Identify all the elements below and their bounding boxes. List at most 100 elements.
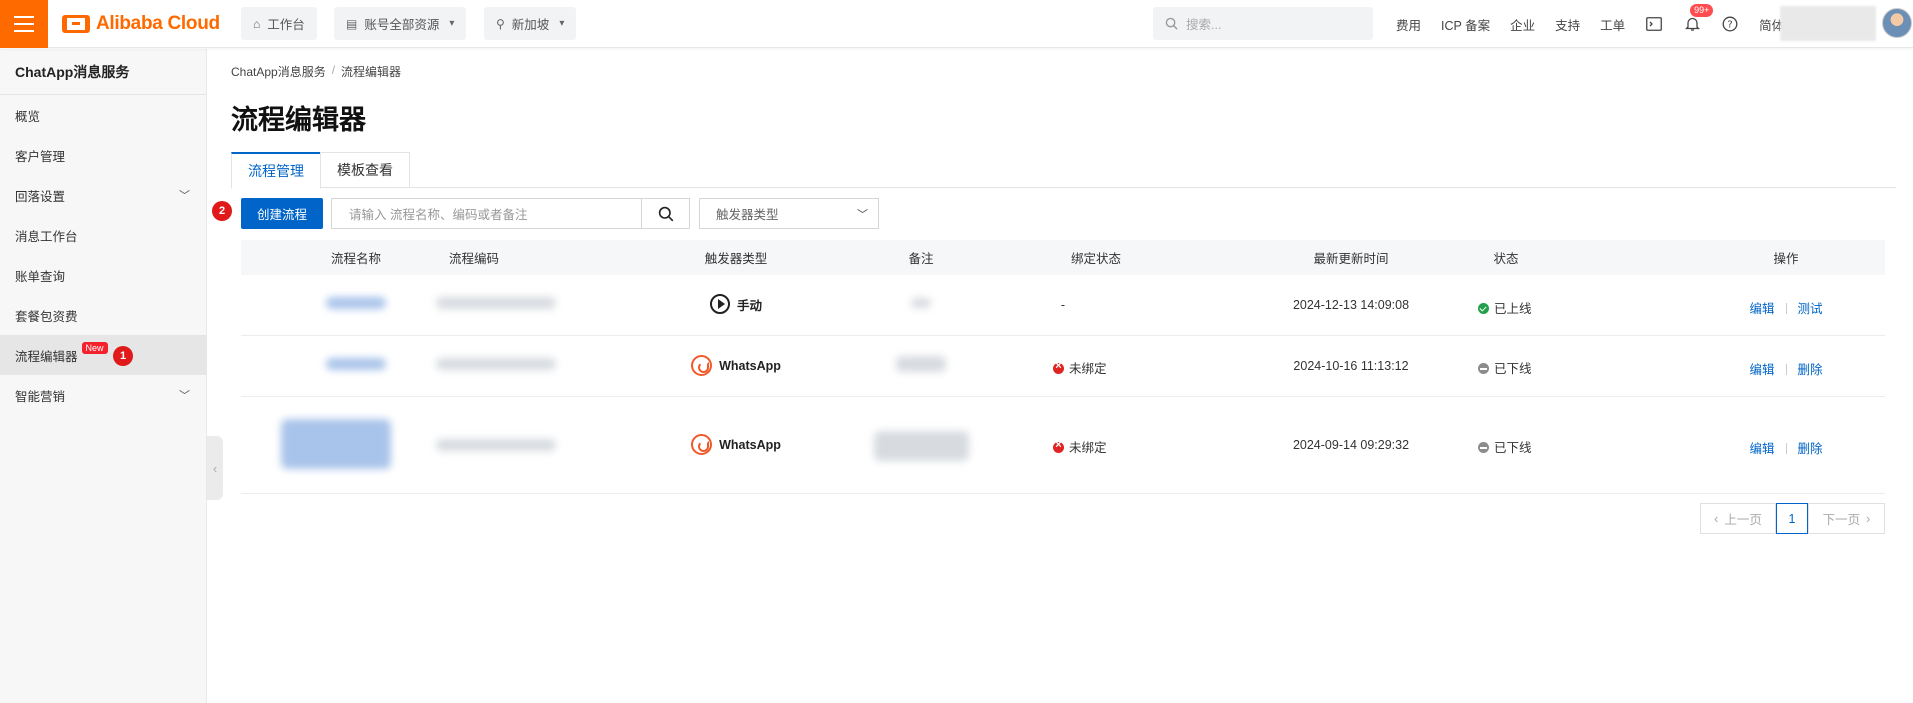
location-icon: ⚲	[496, 16, 505, 31]
brand-logo[interactable]: Alibaba Cloud	[62, 12, 220, 36]
sidebar: ChatApp消息服务 概览 客户管理 回落设置 ﹀ 消息工作台 账单查询 套餐…	[0, 49, 207, 703]
remark-cell	[881, 297, 961, 311]
delete-link[interactable]: 删除	[1798, 363, 1823, 377]
breadcrumb-item-chatapp[interactable]: ChatApp消息服务	[231, 63, 326, 80]
divider	[1785, 443, 1787, 454]
resources-label: 账号全部资源	[364, 18, 440, 32]
link-tickets[interactable]: 工单	[1600, 15, 1625, 34]
account-info[interactable]	[1780, 6, 1876, 41]
sidebar-item-fallback[interactable]: 回落设置 ﹀	[0, 175, 206, 215]
trigger-cell: 手动	[671, 294, 801, 317]
chevron-down-icon: ﹀	[179, 190, 190, 202]
sidebar-item-label: 账单查询	[15, 269, 66, 284]
edit-link[interactable]: 编辑	[1749, 363, 1774, 377]
sidebar-item-workbench[interactable]: 消息工作台	[0, 215, 206, 255]
resources-icon: ▤	[346, 16, 358, 31]
link-billing[interactable]: 费用	[1396, 15, 1421, 34]
binding-status: 未绑定	[1053, 358, 1143, 377]
sidebar-item-customers[interactable]: 客户管理	[0, 135, 206, 175]
remark-cell	[871, 431, 971, 464]
avatar[interactable]	[1882, 8, 1912, 38]
binding-label: 未绑定	[1069, 441, 1107, 455]
workbench-button[interactable]: ⌂ 工作台	[241, 7, 317, 40]
edit-link[interactable]: 编辑	[1749, 442, 1774, 456]
top-bar: Alibaba Cloud ⌂ 工作台 ▤ 账号全部资源 ▾ ⚲ 新加坡 ▾ 搜…	[0, 0, 1913, 48]
search-icon	[1165, 17, 1178, 30]
breadcrumb: ChatApp消息服务 / 流程编辑器	[231, 63, 401, 80]
tab-template-view[interactable]: 模板查看	[320, 152, 410, 188]
chevron-down-icon: ▾	[559, 18, 565, 29]
trigger-label: WhatsApp	[719, 358, 781, 373]
column-header: 触发器类型	[704, 252, 768, 266]
link-enterprise[interactable]: 企业	[1510, 15, 1535, 34]
new-badge: New	[81, 342, 108, 354]
sidebar-item-overview[interactable]: 概览	[0, 95, 206, 135]
binding-label: 未绑定	[1069, 362, 1107, 376]
flow-search-placeholder: 请输入 流程名称、编码或者备注	[349, 208, 528, 222]
sidebar-item-label: 回落设置	[15, 189, 66, 204]
delete-link[interactable]: 删除	[1798, 442, 1823, 456]
flow-name-cell[interactable]	[291, 297, 421, 312]
global-search-input[interactable]: 搜索...	[1153, 7, 1373, 40]
sidebar-item-label: 流程编辑器	[15, 349, 78, 364]
prev-page-button[interactable]: ‹ 上一页	[1700, 503, 1776, 534]
page-1-button[interactable]: 1	[1776, 503, 1808, 534]
resources-dropdown[interactable]: ▤ 账号全部资源 ▾	[334, 7, 467, 40]
search-button[interactable]	[641, 198, 690, 229]
step-marker-1: 1	[113, 346, 133, 366]
home-icon: ⌂	[253, 16, 261, 31]
flow-search-input[interactable]: 请输入 流程名称、编码或者备注	[331, 198, 642, 229]
next-page-button[interactable]: 下一页 ›	[1808, 503, 1885, 534]
menu-icon[interactable]	[0, 0, 48, 48]
sidebar-collapse-handle[interactable]: ‹	[207, 436, 223, 500]
status-label: 已下线	[1494, 441, 1532, 455]
region-dropdown[interactable]: ⚲ 新加坡 ▾	[484, 7, 577, 40]
flow-name-cell[interactable]	[271, 419, 401, 472]
link-support[interactable]: 支持	[1555, 15, 1580, 34]
tab-bar: 流程管理 模板查看	[231, 152, 1896, 189]
trigger-cell: WhatsApp	[671, 355, 801, 379]
actions-cell: 编辑 删除	[1711, 359, 1861, 378]
bell-icon[interactable]: 99+	[1683, 4, 1714, 33]
trigger-type-select[interactable]: 触发器类型 ﹀	[699, 198, 879, 229]
sidebar-item-flow-editor[interactable]: 流程编辑器 New 1	[0, 335, 206, 375]
column-header: 绑定状态	[1070, 252, 1121, 266]
column-header: 操作	[1773, 252, 1799, 266]
sidebar-item-label: 消息工作台	[15, 229, 78, 244]
error-circle-icon	[1053, 439, 1064, 453]
terminal-icon[interactable]	[1645, 15, 1663, 33]
sidebar-item-marketing[interactable]: 智能营销 ﹀	[0, 375, 206, 415]
divider	[1785, 364, 1787, 375]
tab-flow-management[interactable]: 流程管理	[231, 152, 321, 189]
help-icon[interactable]: ?	[1721, 15, 1739, 33]
trigger-label: WhatsApp	[719, 437, 781, 452]
create-flow-button[interactable]: 创建流程	[241, 198, 323, 229]
top-links: 费用 ICP 备案 企业 支持 工单 99+ ? 简体	[1396, 0, 1784, 48]
chevron-down-icon: ﹀	[857, 208, 868, 221]
column-header: 最新更新时间	[1313, 252, 1389, 266]
minus-circle-icon	[1478, 363, 1489, 374]
whatsapp-icon	[691, 434, 713, 455]
test-link[interactable]: 测试	[1798, 302, 1823, 316]
workbench-label: 工作台	[267, 18, 305, 32]
table-header: 流程名称 流程编码 触发器类型 备注 绑定状态 最新更新时间 状态 操作	[241, 240, 1885, 275]
page-title: 流程编辑器	[231, 105, 366, 135]
table-row: 手动 - 2024-12-13 14:09:08 已上线 编辑 测试	[241, 275, 1885, 336]
whatsapp-icon	[691, 355, 713, 376]
sidebar-item-packages[interactable]: 套餐包资费	[0, 295, 206, 335]
status-label: 已上线	[1494, 302, 1532, 316]
chevron-down-icon: ﹀	[179, 390, 190, 402]
actions-cell: 编辑 测试	[1711, 298, 1861, 317]
sidebar-item-billing[interactable]: 账单查询	[0, 255, 206, 295]
updated-time: 2024-09-14 09:29:32	[1292, 438, 1410, 452]
flow-name-cell[interactable]	[291, 358, 421, 373]
play-icon	[709, 294, 730, 314]
status-cell: 已上线	[1478, 298, 1558, 317]
link-icp[interactable]: ICP 备案	[1441, 15, 1490, 34]
updated-time: 2024-12-13 14:09:08	[1292, 298, 1410, 312]
flow-code-cell	[431, 358, 561, 373]
chevron-left-icon: ‹	[1714, 511, 1719, 526]
prev-page-label: 上一页	[1724, 513, 1762, 527]
edit-link[interactable]: 编辑	[1749, 302, 1774, 316]
sidebar-item-label: 客户管理	[15, 149, 66, 164]
